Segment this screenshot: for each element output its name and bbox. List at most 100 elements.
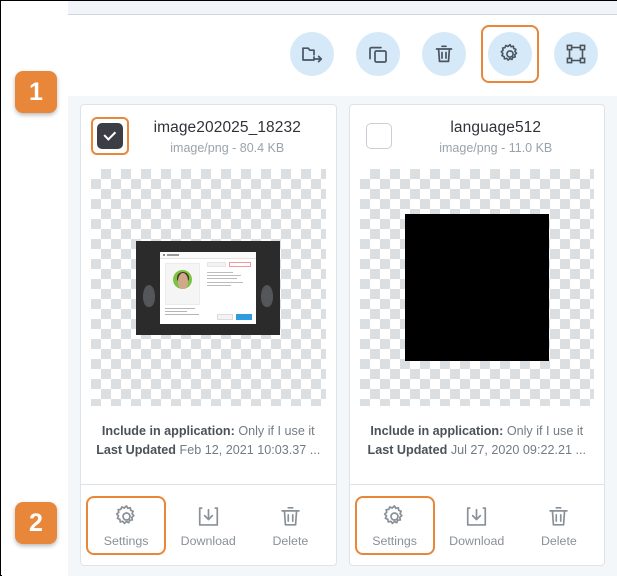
card-settings-highlight: Settings bbox=[354, 495, 435, 555]
card-include-row: Include in application: Only if I use it bbox=[356, 422, 599, 441]
card-preview-checkerboard bbox=[359, 169, 594, 406]
gear-icon bbox=[383, 504, 403, 524]
thumbnail-text-lines bbox=[207, 271, 244, 289]
asset-card-grid: image202025_18232 image/png - 80.4 KB In… bbox=[68, 96, 617, 576]
card-updated-row: Last Updated Jul 27, 2020 09:22.21 ... bbox=[356, 441, 599, 460]
card-file-name: image202025_18232 bbox=[153, 119, 301, 136]
download-icon bbox=[198, 506, 218, 526]
thumbnail-text-line bbox=[207, 274, 242, 277]
toolbar-item-settings-wrapper bbox=[481, 25, 539, 83]
card-settings-button[interactable]: Settings bbox=[361, 503, 429, 548]
step-badge-1: 1 bbox=[15, 71, 57, 113]
card-include-value: Only if I use it bbox=[506, 424, 584, 438]
thumbnail-footer-line bbox=[165, 310, 188, 313]
card-updated-label: Last Updated bbox=[367, 443, 448, 457]
card-header: language512 image/png - 11.0 KB bbox=[350, 105, 605, 163]
toolbar-item-duplicate-wrapper bbox=[349, 25, 407, 83]
card-download-button[interactable]: Download bbox=[443, 503, 511, 548]
move-to-folder-button[interactable] bbox=[290, 32, 334, 76]
download-icon bbox=[467, 506, 487, 526]
card-action-bar: Settings Download Delete bbox=[81, 484, 336, 565]
resize-icon bbox=[566, 44, 586, 64]
thumbnail-dialog-title bbox=[167, 253, 180, 256]
thumbnail-right-portrait bbox=[261, 284, 274, 307]
card-metadata: Include in application: Only if I use it… bbox=[350, 422, 605, 460]
card-include-row: Include in application: Only if I use it bbox=[87, 422, 330, 441]
gear-icon bbox=[115, 504, 135, 524]
card-select-checkbox[interactable] bbox=[97, 123, 123, 149]
card-preview-checkerboard bbox=[91, 169, 326, 406]
thumbnail-tab-two bbox=[229, 261, 252, 267]
asset-thumbnail-screenshot bbox=[136, 240, 281, 335]
card-updated-value: Jul 27, 2020 09:22.21 ... bbox=[450, 443, 586, 457]
card-action-bar: Settings Download Delete bbox=[349, 484, 604, 565]
thumbnail-cancel-button bbox=[217, 313, 234, 320]
card-delete-button[interactable]: Delete bbox=[256, 503, 324, 548]
card-delete-label: Delete bbox=[272, 533, 309, 548]
app-window: image202025_18232 image/png - 80.4 KB In… bbox=[0, 0, 617, 576]
card-updated-value: Feb 12, 2021 10:03.37 ... bbox=[179, 443, 321, 457]
card-include-label: Include in application: bbox=[101, 424, 235, 438]
card-delete-highlight: Delete bbox=[519, 496, 599, 555]
card-settings-button[interactable]: Settings bbox=[92, 503, 160, 548]
card-download-highlight: Download bbox=[437, 496, 517, 555]
asset-manager-panel: image202025_18232 image/png - 80.4 KB In… bbox=[68, 15, 617, 576]
move-to-folder-icon bbox=[302, 47, 323, 63]
thumbnail-dialog-tabs bbox=[207, 261, 252, 267]
thumbnail-tab-one bbox=[207, 261, 227, 267]
thumbnail-text-line bbox=[207, 281, 244, 283]
window-header-strip bbox=[68, 1, 617, 15]
asset-card[interactable]: image202025_18232 image/png - 80.4 KB In… bbox=[80, 104, 337, 566]
thumbnail-footer-line bbox=[165, 307, 196, 309]
card-include-value: Only if I use it bbox=[238, 424, 315, 438]
card-download-button[interactable]: Download bbox=[174, 503, 242, 548]
card-download-highlight: Download bbox=[168, 496, 248, 555]
thumbnail-footer-line bbox=[165, 314, 200, 316]
card-download-label: Download bbox=[449, 533, 505, 548]
toolbar-item-delete-wrapper bbox=[415, 25, 473, 83]
thumbnail-left-portrait bbox=[143, 284, 156, 307]
asset-thumbnail-black-square bbox=[404, 214, 549, 361]
card-file-meta: image/png - 11.0 KB bbox=[439, 141, 553, 155]
card-select-highlight bbox=[360, 117, 398, 155]
duplicate-icon bbox=[369, 46, 387, 63]
card-header: image202025_18232 image/png - 80.4 KB bbox=[81, 105, 336, 163]
thumbnail-ok-button bbox=[236, 313, 253, 320]
thumbnail-text-line bbox=[207, 278, 238, 280]
thumbnail-text-line bbox=[207, 271, 234, 273]
card-file-name: language512 bbox=[450, 119, 542, 136]
card-title-block: image202025_18232 image/png - 80.4 KB bbox=[129, 117, 326, 158]
card-updated-label: Last Updated bbox=[96, 443, 177, 457]
trash-icon bbox=[549, 506, 569, 526]
gear-icon bbox=[500, 43, 518, 61]
card-updated-row: Last Updated Feb 12, 2021 10:03.37 ... bbox=[87, 441, 330, 460]
thumbnail-footer-lines bbox=[165, 307, 200, 318]
card-delete-label: Delete bbox=[540, 533, 577, 548]
card-title-block: language512 image/png - 11.0 KB bbox=[398, 117, 595, 158]
card-select-checkbox[interactable] bbox=[365, 123, 392, 149]
card-include-label: Include in application: bbox=[370, 424, 504, 438]
card-settings-highlight: Settings bbox=[86, 495, 167, 555]
trash-icon bbox=[435, 45, 453, 63]
toolbar-delete-button[interactable] bbox=[422, 32, 466, 76]
card-delete-highlight: Delete bbox=[250, 496, 330, 555]
resize-button[interactable] bbox=[554, 32, 598, 76]
toolbar-item-move-wrapper bbox=[283, 25, 341, 83]
toolbar-item-resize-wrapper bbox=[547, 25, 605, 83]
thumbnail-text-line bbox=[207, 285, 232, 287]
card-download-label: Download bbox=[180, 533, 236, 548]
card-delete-button[interactable]: Delete bbox=[525, 503, 593, 548]
trash-icon bbox=[281, 506, 300, 526]
card-settings-label: Settings bbox=[372, 533, 417, 548]
card-metadata: Include in application: Only if I use it… bbox=[81, 422, 336, 460]
asset-toolbar bbox=[283, 25, 605, 83]
card-select-highlight bbox=[91, 117, 129, 155]
duplicate-button[interactable] bbox=[356, 32, 400, 76]
card-settings-label: Settings bbox=[103, 533, 149, 548]
thumbnail-avatar-face bbox=[177, 272, 188, 289]
step-badge-2: 2 bbox=[15, 502, 57, 544]
asset-card[interactable]: language512 image/png - 11.0 KB Include … bbox=[348, 104, 605, 566]
thumbnail-dialog bbox=[160, 251, 257, 324]
toolbar-settings-button[interactable] bbox=[488, 32, 532, 76]
thumbnail-dialog-icon bbox=[163, 254, 166, 256]
